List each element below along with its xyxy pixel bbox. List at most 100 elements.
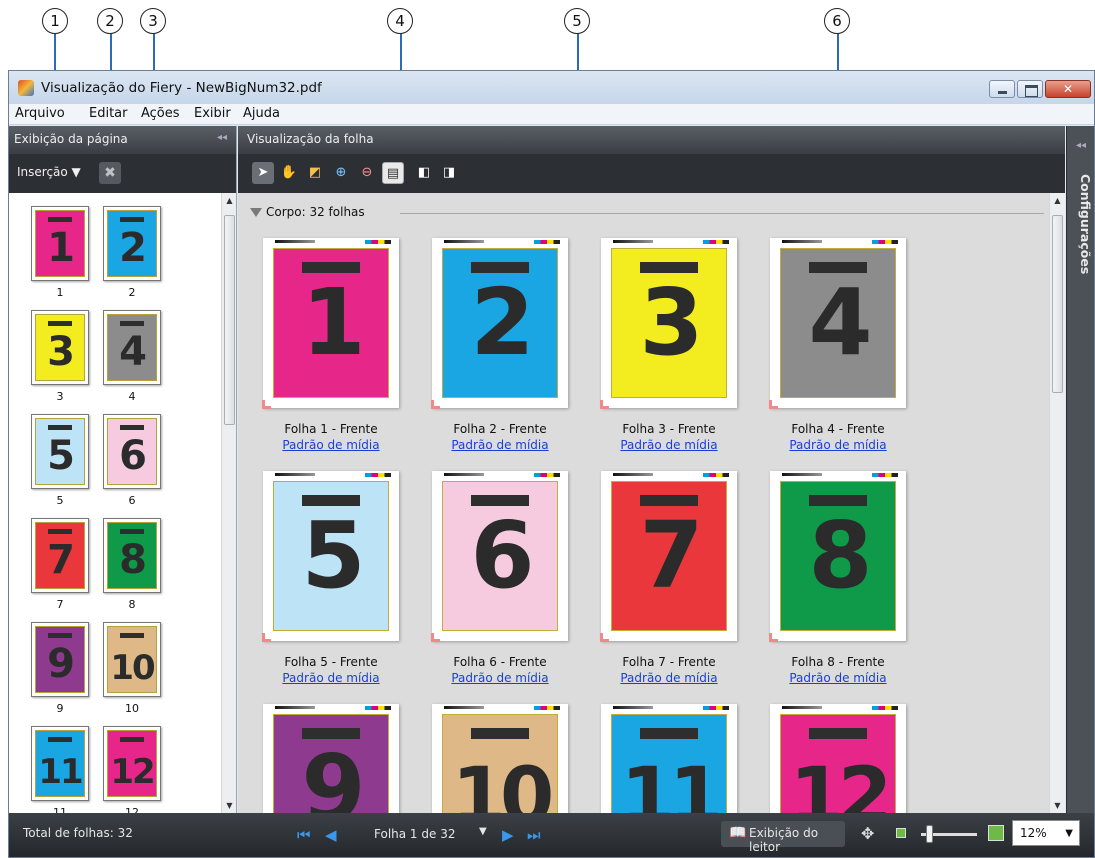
delete-page-icon[interactable]: ✖ — [99, 162, 121, 184]
page-thumbnail[interactable]: 8 — [103, 518, 161, 593]
next-page-icon[interactable]: ▶ — [502, 826, 514, 844]
menu-exibir[interactable]: Exibir — [194, 106, 231, 121]
minimize-button[interactable] — [989, 80, 1015, 98]
zoom-select[interactable]: 12% ▼ — [1012, 820, 1080, 846]
sheet-grid-scrollbar[interactable]: ▲ ▼ — [1049, 193, 1065, 813]
media-default-link[interactable]: Padrão de mídia — [420, 438, 580, 452]
sheet-grid[interactable]: 1 Folha 1 - Frente Padrão de mídia 2 Folha 2… — [238, 226, 1049, 813]
insert-page-icon[interactable]: ◧ — [413, 162, 435, 184]
insert-mode-dropdown[interactable]: Inserção ▼ — [17, 165, 81, 179]
page-header-bar — [48, 321, 72, 326]
collapse-panel-icon[interactable]: ◂◂ — [217, 132, 227, 143]
menu-ajuda[interactable]: Ajuda — [243, 106, 280, 121]
hand-pan-icon[interactable]: ✋ — [278, 162, 300, 184]
fit-to-window-icon[interactable]: ✥ — [861, 824, 874, 843]
sheet-preview[interactable]: 12 — [770, 704, 906, 813]
zoom-in-icon[interactable]: ⊕ — [330, 162, 352, 184]
page-header-bar — [48, 425, 72, 430]
page-dropdown-icon[interactable]: ▼ — [479, 826, 487, 837]
page-thumbnail[interactable]: 6 — [103, 414, 161, 489]
scroll-up-icon[interactable]: ▲ — [222, 196, 236, 205]
zoom-out-icon[interactable]: ⊖ — [356, 162, 378, 184]
remove-page-icon[interactable]: ◨ — [438, 162, 460, 184]
sheet-preview[interactable]: 9 — [263, 704, 399, 813]
scroll-down-icon[interactable]: ▼ — [222, 801, 236, 810]
page-thumbnail[interactable]: 9 — [31, 622, 89, 697]
scroll-up-icon[interactable]: ▲ — [1050, 196, 1065, 205]
sheet-preview[interactable]: 11 — [601, 704, 737, 813]
gradient-bar-mark — [782, 240, 822, 243]
color-bar-mark — [365, 473, 391, 477]
page-indicator[interactable]: Folha 1 de 32 — [374, 827, 455, 841]
reader-view-button[interactable]: 📖 Exibição do leitor — [721, 821, 845, 854]
page-header-bar — [471, 728, 529, 739]
page-thumbnail[interactable]: 10 — [103, 622, 161, 697]
sheet-preview[interactable]: 4 — [769, 238, 906, 409]
sheet-page-art: 12 — [780, 714, 896, 813]
media-default-link[interactable]: Padrão de mídia — [589, 671, 749, 685]
page-thumbnail-number: 8 — [119, 537, 147, 583]
page-thumbnail-number: 7 — [47, 537, 75, 583]
page-thumbnail[interactable]: 3 — [31, 310, 89, 385]
previous-page-icon[interactable]: ◀ — [325, 826, 337, 844]
page-thumbnail-label: 11 — [53, 806, 67, 813]
page-thumbnail[interactable]: 1 — [31, 206, 89, 281]
sheet-preview[interactable]: 8 — [769, 471, 906, 642]
page-thumbnail[interactable]: 7 — [31, 518, 89, 593]
sheet-preview[interactable]: 3 — [600, 238, 737, 409]
title-bar[interactable]: Visualização do Fiery - NewBigNum32.pdf — [9, 71, 1094, 104]
page-list-scrollbar[interactable]: ▲ ▼ — [221, 193, 236, 813]
page-thumbnail[interactable]: 4 — [103, 310, 161, 385]
sheet-preview[interactable]: 1 — [262, 238, 399, 409]
menu-editar[interactable]: Editar — [89, 106, 128, 121]
scrollbar-thumb[interactable] — [224, 215, 235, 425]
menu-arquivo[interactable]: Arquivo — [15, 106, 65, 121]
trim-box-icon[interactable]: ◩ — [304, 162, 326, 184]
page-view-icon[interactable]: ▤ — [382, 162, 404, 184]
zoom-slider-handle[interactable] — [926, 825, 933, 843]
page-thumbnail-list[interactable]: 1 1 2 2 3 3 4 4 5 5 6 6 7 7 8 8 9 9 10 10 11 11 12 12 — [9, 193, 221, 813]
media-default-link[interactable]: Padrão de mídia — [251, 671, 411, 685]
media-default-link[interactable]: Padrão de mídia — [589, 438, 749, 452]
page-thumbnail[interactable]: 2 — [103, 206, 161, 281]
scroll-down-icon[interactable]: ▼ — [1050, 801, 1065, 810]
media-default-link[interactable]: Padrão de mídia — [251, 438, 411, 452]
sheet-page-number: 12 — [789, 752, 893, 813]
sheet-preview[interactable]: 5 — [262, 471, 399, 642]
menu-acoes[interactable]: Ações — [141, 106, 180, 121]
section-collapse-icon[interactable] — [250, 208, 262, 217]
maximize-button[interactable] — [1017, 80, 1043, 98]
section-header[interactable]: Corpo: 32 folhas — [250, 203, 1044, 223]
sheet-page-art: 3 — [611, 248, 727, 398]
sheet-preview[interactable]: 7 — [600, 471, 737, 642]
sheet-view-header: Visualização da folha — [238, 126, 1065, 154]
callout-1: 1 — [42, 8, 68, 34]
expand-panel-icon[interactable]: ◂◂ — [1076, 140, 1086, 151]
sheet-page-number: 1 — [301, 269, 365, 376]
page-thumbnail-art: 3 — [35, 314, 85, 381]
sheet-preview[interactable]: 10 — [432, 704, 568, 813]
zoom-large-icon[interactable] — [988, 825, 1004, 841]
first-page-icon[interactable]: ⏮ — [297, 826, 311, 844]
page-thumbnail[interactable]: 11 — [31, 726, 89, 801]
settings-panel-tab[interactable]: ◂◂ Configurações — [1066, 126, 1094, 813]
scrollbar-thumb[interactable] — [1052, 215, 1063, 393]
page-thumbnail[interactable]: 5 — [31, 414, 89, 489]
media-default-link[interactable]: Padrão de mídia — [420, 671, 580, 685]
page-thumbnail-number: 6 — [119, 433, 147, 479]
page-thumbnail[interactable]: 12 — [103, 726, 161, 801]
zoom-small-icon[interactable] — [896, 828, 906, 838]
select-arrow-icon[interactable]: ➤ — [252, 162, 274, 184]
page-view-panel: Exibição da página ◂◂ Inserção ▼ ✖ 11223… — [9, 126, 237, 813]
sheet-page-art: 11 — [611, 714, 727, 813]
page-header-bar — [120, 425, 144, 430]
page-thumbnail-art: 2 — [107, 210, 157, 277]
last-page-icon[interactable]: ⏭ — [527, 826, 541, 844]
close-button[interactable] — [1045, 80, 1091, 98]
sheet-preview[interactable]: 6 — [431, 471, 568, 642]
sheet-corner-mark — [262, 400, 271, 409]
sheet-preview[interactable]: 2 — [431, 238, 568, 409]
media-default-link[interactable]: Padrão de mídia — [758, 671, 918, 685]
media-default-link[interactable]: Padrão de mídia — [758, 438, 918, 452]
sheet-page-art: 5 — [273, 481, 389, 631]
